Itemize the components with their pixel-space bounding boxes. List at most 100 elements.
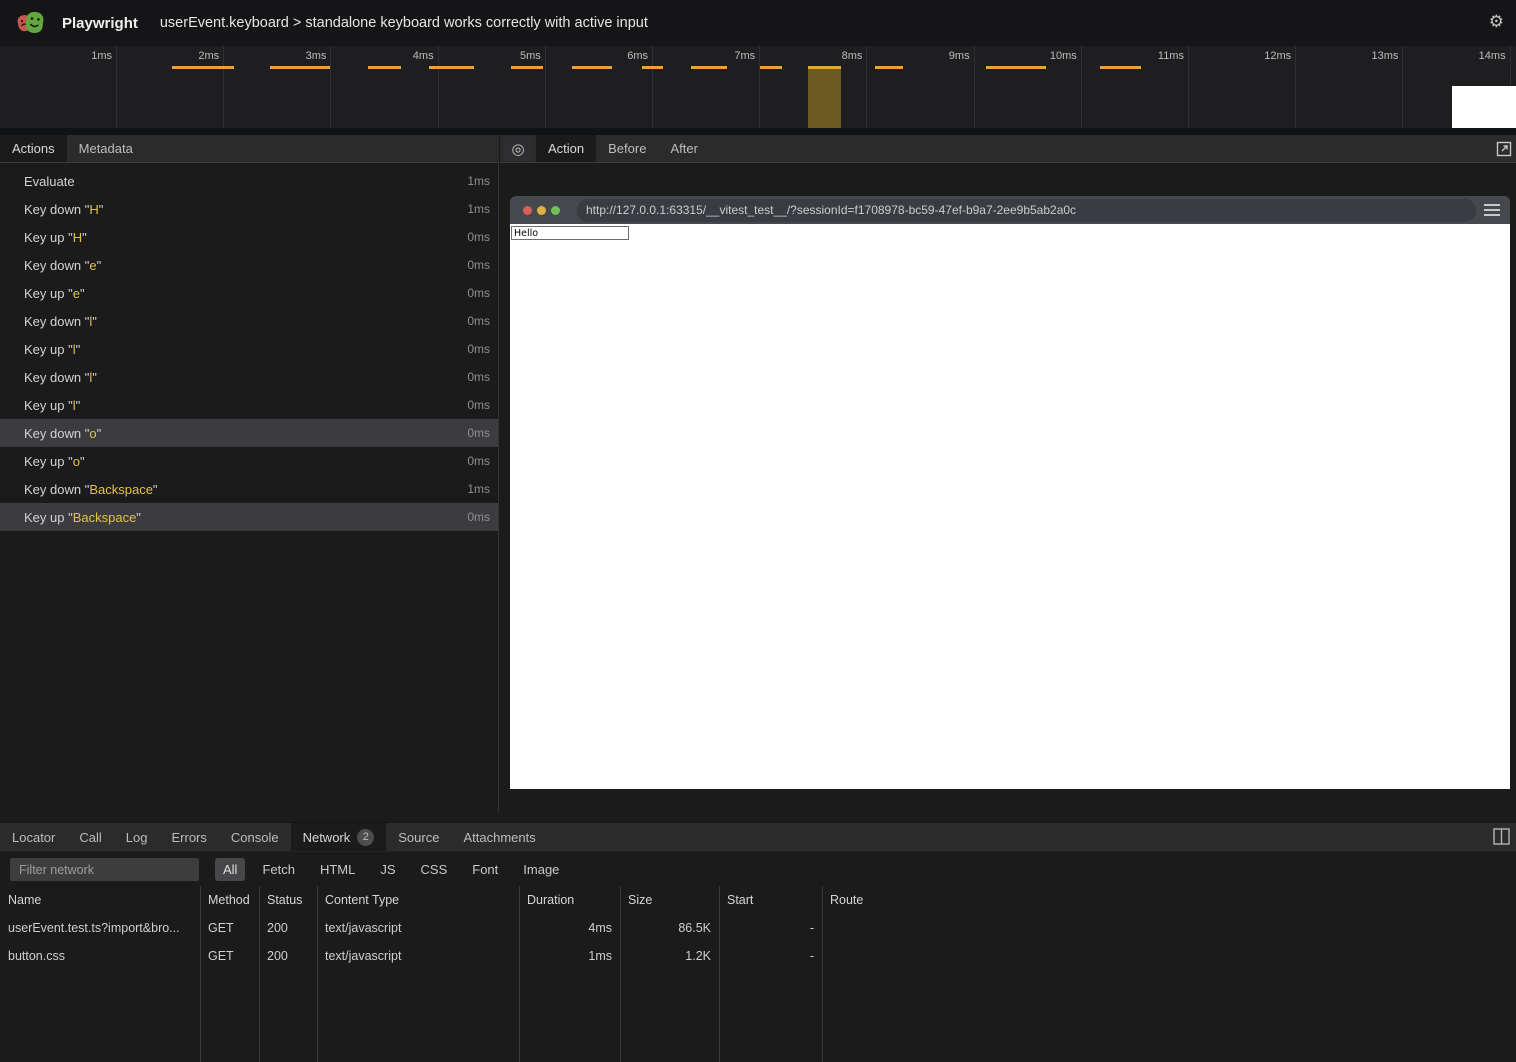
timeline-tick[interactable]: 7ms xyxy=(653,46,760,128)
timeline-action-bar[interactable] xyxy=(429,66,474,69)
actions-panel: Evaluate1msKey down "H"1msKey up "H"0msK… xyxy=(0,163,499,812)
timeline-selected-region[interactable] xyxy=(808,66,841,128)
timeline-tick[interactable]: 9ms xyxy=(867,46,974,128)
action-duration: 0ms xyxy=(467,314,490,328)
menu-icon[interactable] xyxy=(1484,204,1500,216)
timeline-tick[interactable]: 12ms xyxy=(1189,46,1296,128)
timeline-tick-label: 1ms xyxy=(91,50,112,62)
action-row[interactable]: Key down "l"0ms xyxy=(0,363,498,391)
action-duration: 0ms xyxy=(467,230,490,244)
table-cell: 200 xyxy=(259,921,317,935)
timeline-action-bar[interactable] xyxy=(270,66,330,69)
action-title: Key down "l" xyxy=(24,314,97,329)
timeline-tick-label: 7ms xyxy=(734,50,755,62)
browser-chrome: http://127.0.0.1:63315/__vitest_test__/?… xyxy=(510,196,1510,224)
tab-source[interactable]: Source xyxy=(386,823,451,851)
timeline-tick[interactable]: 6ms xyxy=(546,46,653,128)
chip-js[interactable]: JS xyxy=(372,858,403,881)
settings-gear-icon[interactable]: ⚙ xyxy=(1489,12,1504,32)
timeline-screenshot-thumbnail[interactable] xyxy=(1452,86,1516,128)
table-header-row: NameMethodStatusContent TypeDurationSize… xyxy=(0,886,1516,914)
action-row[interactable]: Key down "H"1ms xyxy=(0,195,498,223)
timeline-action-bar[interactable] xyxy=(172,66,234,69)
column-header: Size xyxy=(620,893,719,907)
action-row[interactable]: Key up "H"0ms xyxy=(0,223,498,251)
timeline-action-bar[interactable] xyxy=(572,66,612,69)
chip-css[interactable]: CSS xyxy=(413,858,456,881)
snapshot-tab-strip: ◎ ActionBeforeAfter xyxy=(500,135,1516,163)
split-view-icon[interactable] xyxy=(1493,828,1510,845)
tab-call[interactable]: Call xyxy=(67,823,113,851)
timeline-tick[interactable]: 5ms xyxy=(439,46,546,128)
tab-console[interactable]: Console xyxy=(219,823,291,851)
action-row[interactable]: Evaluate1ms xyxy=(0,167,498,195)
timeline-tick[interactable]: 4ms xyxy=(331,46,438,128)
timeline-action-bar[interactable] xyxy=(760,66,782,69)
timeline-action-bar[interactable] xyxy=(511,66,543,69)
timeline-action-bar[interactable] xyxy=(875,66,903,69)
action-row[interactable]: Key down "e"0ms xyxy=(0,251,498,279)
timeline-action-bar[interactable] xyxy=(986,66,1046,69)
timeline-action-bar[interactable] xyxy=(1100,66,1141,69)
timeline-action-bar[interactable] xyxy=(368,66,401,69)
action-duration: 0ms xyxy=(467,258,490,272)
action-row[interactable]: Key down "Backspace"1ms xyxy=(0,475,498,503)
tab-after[interactable]: After xyxy=(658,135,709,162)
tab-errors[interactable]: Errors xyxy=(159,823,218,851)
chip-fetch[interactable]: Fetch xyxy=(254,858,303,881)
column-header: Name xyxy=(0,893,200,907)
app-title: Playwright xyxy=(62,15,138,32)
timeline-action-bar[interactable] xyxy=(808,66,841,69)
column-header: Content Type xyxy=(317,893,519,907)
action-duration: 1ms xyxy=(467,202,490,216)
timeline-tick[interactable]: 13ms xyxy=(1296,46,1403,128)
filter-network-input[interactable] xyxy=(10,858,199,881)
action-title: Key up "l" xyxy=(24,342,80,357)
timeline-tick[interactable]: 2ms xyxy=(117,46,224,128)
action-key-value: Backspace xyxy=(73,510,137,525)
page-text-input[interactable] xyxy=(511,226,629,240)
test-title: userEvent.keyboard > standalone keyboard… xyxy=(160,15,648,31)
timeline-tick[interactable]: 1ms xyxy=(0,46,117,128)
action-key-value: l xyxy=(73,342,76,357)
action-row[interactable]: Key up "e"0ms xyxy=(0,279,498,307)
chip-font[interactable]: Font xyxy=(464,858,506,881)
table-row[interactable]: userEvent.test.ts?import&bro...GET200tex… xyxy=(0,914,1516,942)
timeline-tick-label: 11ms xyxy=(1158,50,1184,62)
pick-locator-target-icon[interactable]: ◎ xyxy=(504,137,532,161)
action-row[interactable]: Key up "Backspace"0ms xyxy=(0,503,498,531)
chip-image[interactable]: Image xyxy=(515,858,567,881)
action-row[interactable]: Key up "l"0ms xyxy=(0,335,498,363)
table-row[interactable]: button.cssGET200text/javascript1ms1.2K- xyxy=(0,942,1516,970)
action-row[interactable]: Key up "l"0ms xyxy=(0,391,498,419)
table-cell: - xyxy=(719,921,822,935)
horizontal-splitter[interactable] xyxy=(0,128,1516,135)
action-key-value: o xyxy=(89,426,96,441)
tab-action[interactable]: Action xyxy=(536,135,596,162)
tab-log[interactable]: Log xyxy=(114,823,160,851)
action-title: Key up "l" xyxy=(24,398,80,413)
action-key-value: o xyxy=(73,454,80,469)
playwright-logo-icon xyxy=(16,8,46,38)
table-cell: 1.2K xyxy=(620,949,719,963)
timeline-action-bar[interactable] xyxy=(642,66,663,69)
tab-attachments[interactable]: Attachments xyxy=(451,823,547,851)
chip-all[interactable]: All xyxy=(215,858,245,881)
open-external-icon[interactable] xyxy=(1496,141,1512,157)
action-row[interactable]: Key up "o"0ms xyxy=(0,447,498,475)
tab-locator[interactable]: Locator xyxy=(0,823,67,851)
action-key-value: Backspace xyxy=(89,482,153,497)
tab-metadata[interactable]: Metadata xyxy=(67,135,145,162)
tab-network[interactable]: Network2 xyxy=(291,823,387,851)
timeline-tick[interactable]: 3ms xyxy=(224,46,331,128)
column-header: Route xyxy=(822,893,1516,907)
action-row[interactable]: Key down "o"0ms xyxy=(0,419,498,447)
tab-actions[interactable]: Actions xyxy=(0,135,67,162)
timeline[interactable]: 1ms2ms3ms4ms5ms6ms7ms8ms9ms10ms11ms12ms1… xyxy=(0,46,1516,128)
chip-html[interactable]: HTML xyxy=(312,858,363,881)
timeline-tick[interactable]: 10ms xyxy=(975,46,1082,128)
timeline-tick[interactable]: 11ms xyxy=(1082,46,1189,128)
action-row[interactable]: Key down "l" 0ms xyxy=(0,307,498,335)
timeline-action-bar[interactable] xyxy=(691,66,727,69)
tab-before[interactable]: Before xyxy=(596,135,658,162)
